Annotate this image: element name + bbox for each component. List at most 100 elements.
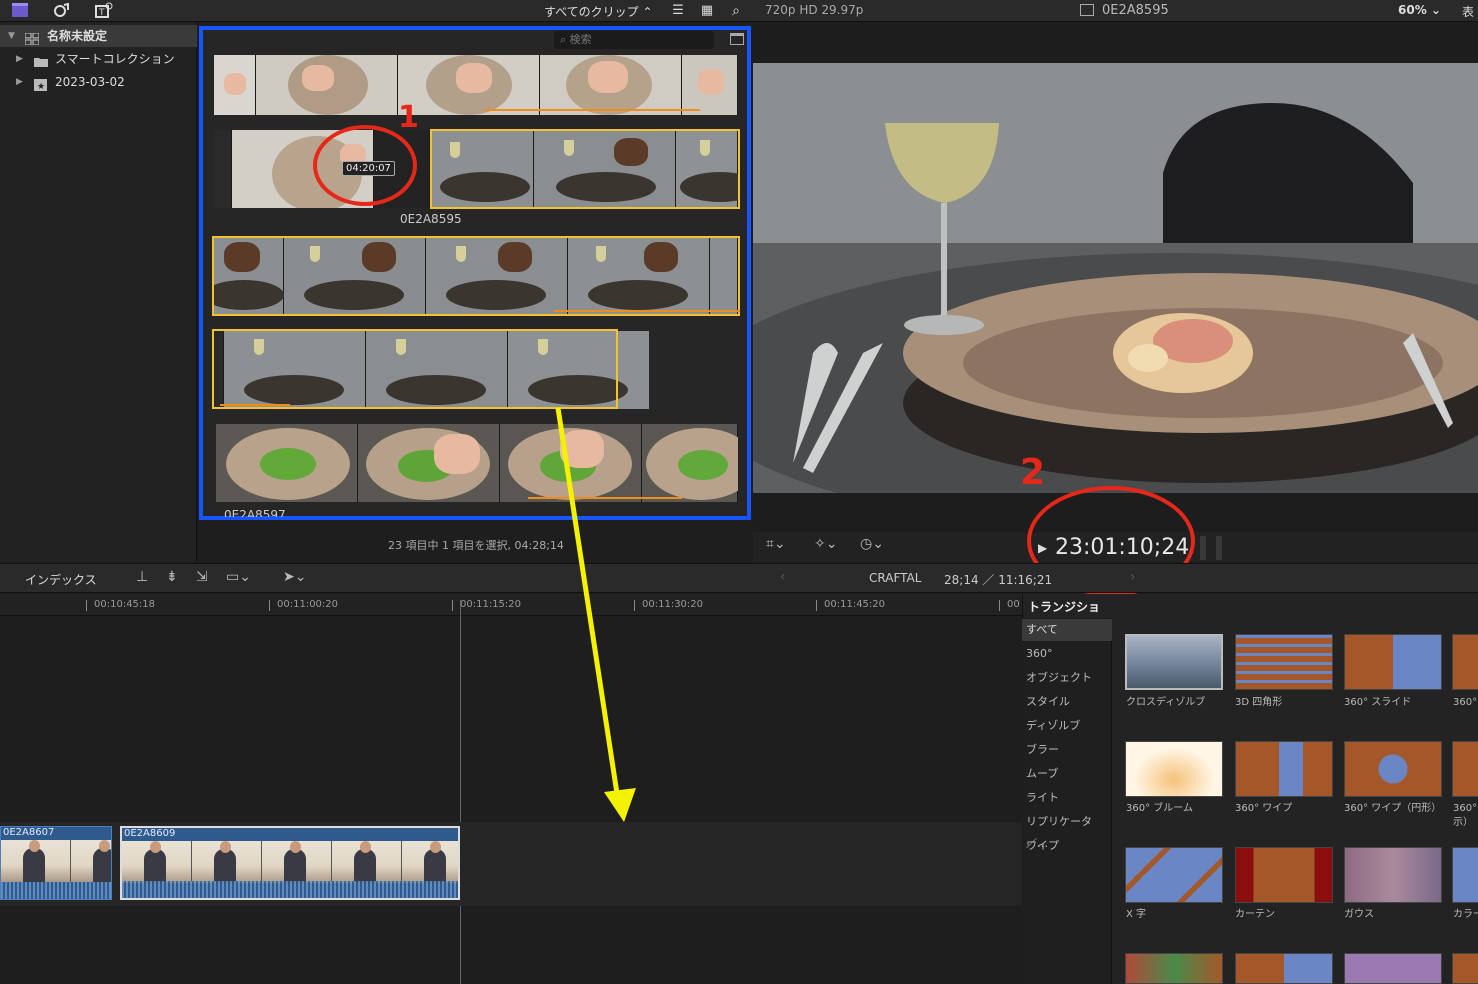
sidebar-item-label: スマートコレクション (55, 52, 175, 66)
search-input[interactable]: ⌕ 検索 (554, 31, 714, 49)
range-marker (528, 497, 682, 499)
forward-arrow-icon[interactable]: › (1130, 569, 1136, 585)
category-replicator[interactable]: リプリケータ／… (1022, 811, 1112, 850)
back-arrow-icon[interactable]: ‹ (780, 569, 786, 585)
search-icon[interactable]: ⌕ (726, 2, 746, 20)
filmstrip-frame (214, 238, 284, 314)
annotation-number-1: 1 (398, 100, 419, 135)
list-view-icon[interactable]: ☰ (668, 2, 688, 20)
sidebar-item-event[interactable]: ▶ ★ 2023-03-02 (0, 71, 197, 93)
transition-label: 360° ワイプ (1235, 803, 1293, 814)
timeline-clip[interactable]: 0E2A8609 (120, 826, 460, 900)
filmstrip-frame (682, 55, 738, 115)
transition-thumb[interactable] (1125, 634, 1223, 690)
connect-clip-icon[interactable]: ⊥ (136, 569, 148, 585)
clip-filter-menu[interactable]: すべてのクリップ ⌃ (544, 3, 653, 20)
libraries-icon[interactable] (10, 2, 30, 20)
browser-status: 23 項目中 1 項目を選択, 04:28;14 (388, 539, 564, 552)
transition-thumb[interactable] (1344, 741, 1442, 797)
transition-thumb[interactable] (1235, 847, 1333, 903)
disclosure-right-icon[interactable]: ▶ (16, 71, 23, 93)
category-all[interactable]: すべて (1022, 619, 1112, 641)
library-name: 名称未設定 (47, 29, 108, 43)
category-wipes[interactable]: ワイプ (1022, 835, 1112, 857)
crop-icon[interactable]: ⌗⌄ (766, 536, 786, 552)
index-button[interactable]: インデックス (25, 571, 97, 588)
insert-clip-icon[interactable]: ⇟ (166, 569, 178, 585)
filmstrip-row-1[interactable] (214, 55, 738, 115)
filmstrip-frame (642, 424, 738, 502)
transition-thumb[interactable] (1452, 741, 1478, 797)
zoom-menu[interactable]: 60% ⌄ (1398, 3, 1441, 17)
filmstrip-view-icon[interactable]: ▦ (697, 2, 717, 20)
filmstrip-frame (710, 238, 738, 314)
transition-thumb[interactable] (1125, 741, 1223, 797)
disclosure-down-icon[interactable]: ▼ (8, 25, 15, 47)
enhance-icon[interactable]: ✧⌄ (814, 536, 837, 552)
titles-generators-icon[interactable]: T (94, 2, 114, 20)
transition-thumb[interactable] (1235, 953, 1333, 984)
transition-thumb[interactable] (1125, 953, 1223, 984)
transition-label: X 字 (1126, 909, 1147, 920)
transition-thumb[interactable] (1344, 953, 1442, 984)
retime-icon[interactable]: ◷⌄ (860, 536, 884, 552)
sidebar-item-label: 2023-03-02 (55, 75, 125, 89)
timeline-clip-name: 0E2A8607 (3, 827, 55, 838)
folder-icon (34, 53, 48, 67)
ruler-label: 00:11:15:20 (451, 599, 522, 611)
filmstrip-frame (256, 55, 398, 115)
audio-waveform (1, 882, 111, 899)
transition-thumb[interactable] (1235, 741, 1333, 797)
category-lights[interactable]: ライト (1022, 787, 1112, 809)
sidebar-item-smart-collections[interactable]: ▶ スマートコレクション (0, 48, 197, 70)
timeline-clip[interactable]: 0E2A8607 (0, 826, 112, 900)
transition-thumb[interactable] (1452, 847, 1478, 903)
clip-name-label: 0E2A8595 (400, 212, 462, 226)
photos-audio-icon[interactable] (52, 2, 72, 20)
transition-thumb[interactable] (1344, 847, 1442, 903)
ruler-label: 00:11:00:20 (268, 599, 339, 611)
filmstrip-row-3[interactable] (214, 238, 738, 314)
category-objects[interactable]: オブジェクト (1022, 667, 1112, 689)
filmstrip-row-2[interactable] (214, 130, 738, 208)
disclosure-right-icon[interactable]: ▶ (16, 48, 23, 70)
filmstrip-frame (500, 424, 642, 502)
library-sidebar: ▼ 名称未設定 ▶ スマートコレクション ▶ ★ 2023-03-02 (0, 22, 197, 562)
event-star-icon: ★ (34, 76, 48, 92)
transition-thumb[interactable] (1452, 953, 1478, 984)
transition-thumb[interactable] (1452, 634, 1478, 690)
category-360[interactable]: 360° (1022, 643, 1112, 665)
browser-display-icon[interactable] (730, 33, 744, 45)
filmstrip-frame (284, 238, 426, 314)
select-tool-icon[interactable]: ➤⌄ (283, 569, 306, 585)
category-blurs[interactable]: ブラー (1022, 739, 1112, 761)
viewer-frame[interactable] (753, 63, 1478, 493)
category-movements[interactable]: ムーブ (1022, 763, 1112, 785)
playhead[interactable] (460, 600, 461, 984)
ruler-label: 00:10:45:18 (85, 599, 156, 611)
viewer-format: 720p HD 29.97p (765, 3, 864, 17)
transition-thumb[interactable] (1235, 634, 1333, 690)
filmstrip-frame (214, 331, 224, 409)
transition-label: 360° スライド (1344, 697, 1412, 708)
overwrite-clip-icon[interactable]: ▭⌄ (226, 569, 251, 585)
transition-thumb[interactable] (1344, 634, 1442, 690)
annotation-circle-1 (313, 125, 417, 206)
view-menu[interactable]: 表 (1462, 3, 1474, 20)
timeline[interactable] (0, 594, 1022, 984)
svg-text:★: ★ (37, 82, 45, 91)
library-row[interactable]: ▼ 名称未設定 (0, 25, 197, 47)
range-marker (554, 310, 740, 312)
clip-name-label: 0E2A8597 (224, 508, 286, 517)
transition-label: カラー (1453, 909, 1478, 920)
category-dissolves[interactable]: ディゾルブ (1022, 715, 1112, 737)
category-stylized[interactable]: スタイル (1022, 691, 1112, 713)
append-clip-icon[interactable]: ⇲ (196, 569, 208, 585)
filmstrip-row-5[interactable] (216, 424, 738, 502)
transitions-header: トランジション (1028, 600, 1101, 631)
filmstrip-row-4[interactable] (214, 331, 649, 409)
timeline-clip-name: 0E2A8609 (124, 828, 176, 839)
filmstrip-frame (430, 130, 534, 208)
transition-thumb[interactable] (1125, 847, 1223, 903)
filmstrip-frame (398, 55, 540, 115)
